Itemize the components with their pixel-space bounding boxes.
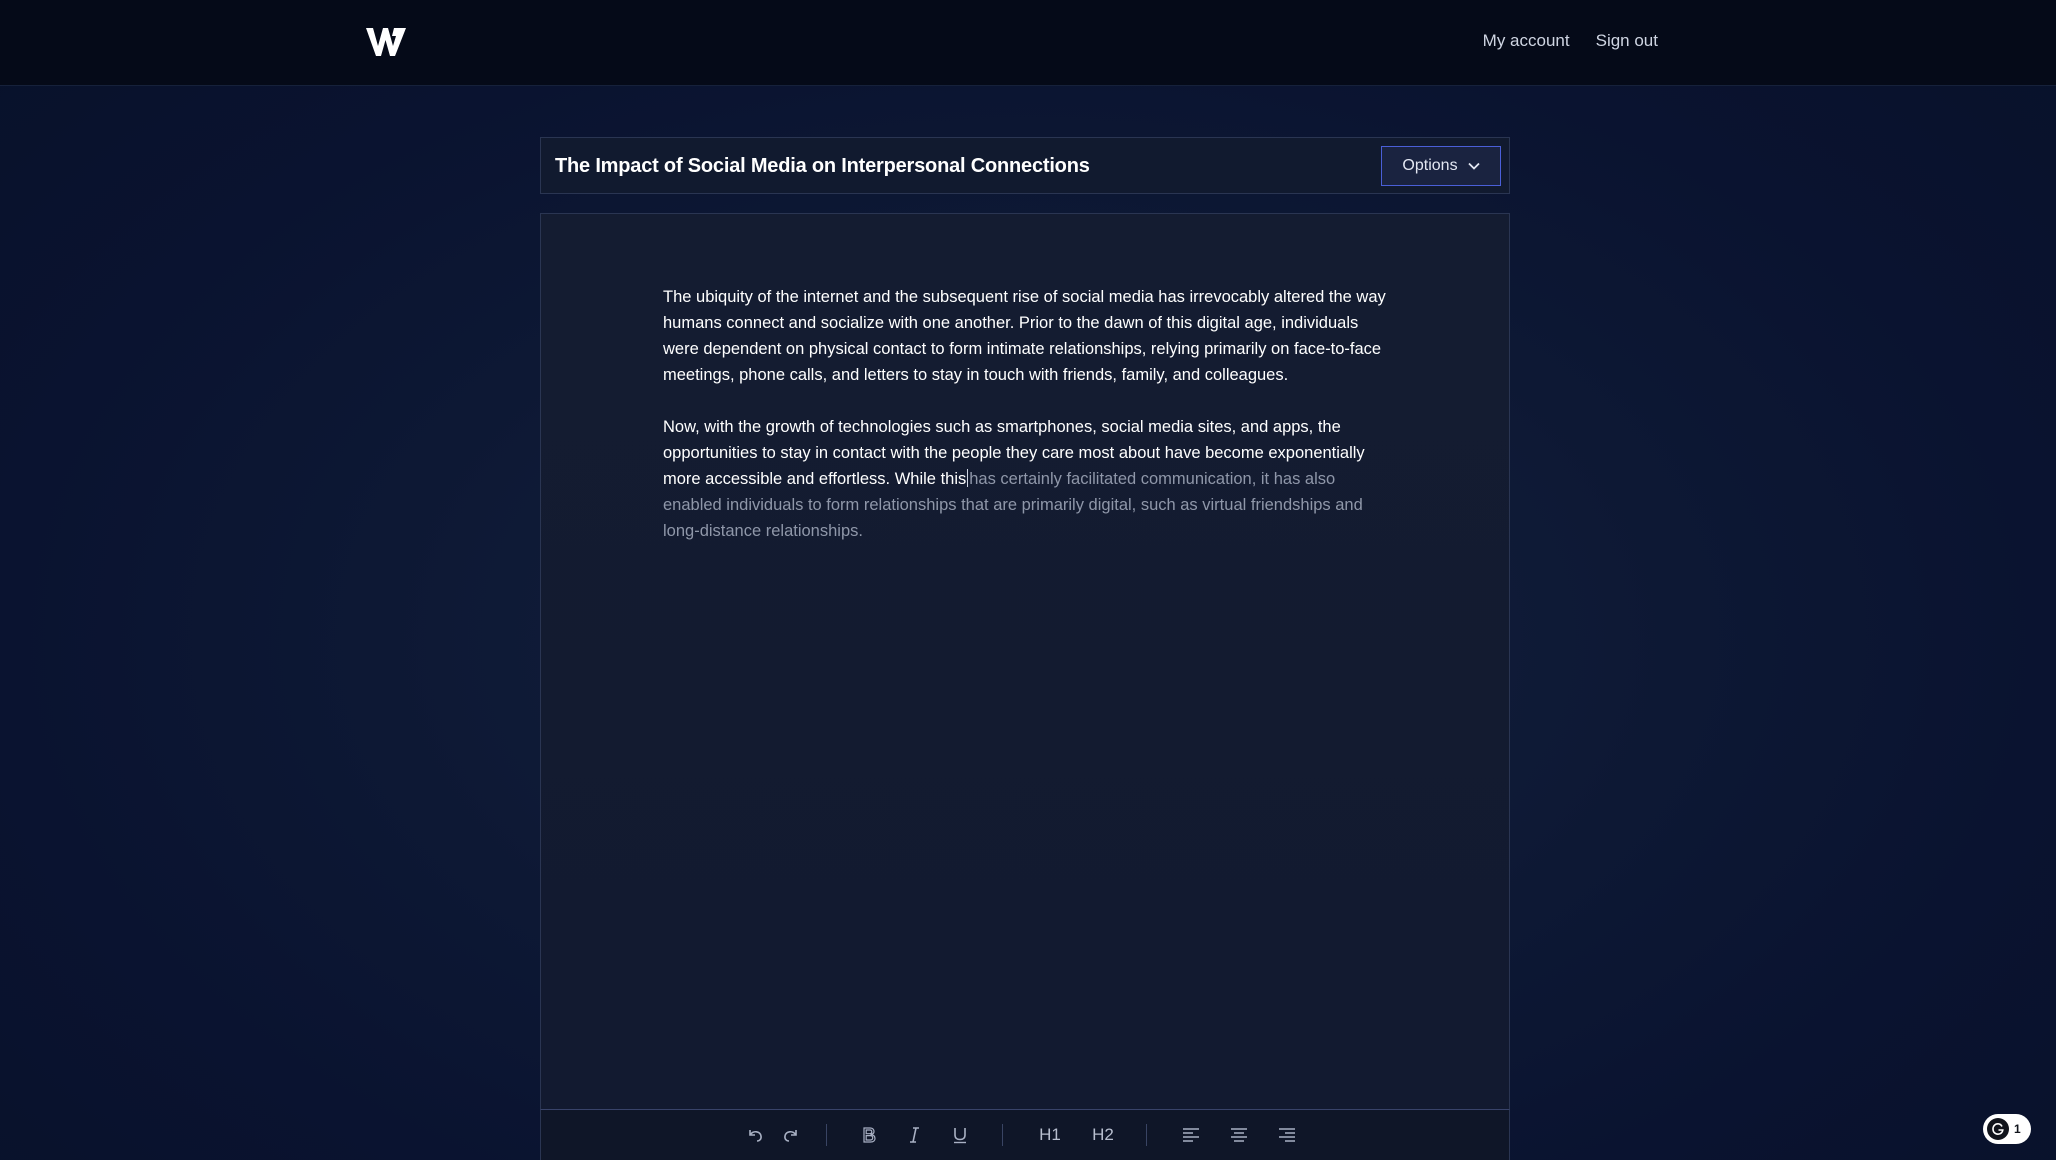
toolbar-divider (1146, 1124, 1147, 1146)
options-button[interactable]: Options (1381, 146, 1501, 186)
underline-icon[interactable] (946, 1121, 974, 1149)
align-center-icon[interactable] (1225, 1121, 1253, 1149)
header-nav: My account Sign out (1483, 31, 1658, 51)
undo-icon[interactable] (741, 1121, 769, 1149)
editor-panel[interactable]: The ubiquity of the internet and the sub… (540, 213, 1510, 1109)
align-right-icon[interactable] (1273, 1121, 1301, 1149)
toolbar-divider (1002, 1124, 1003, 1146)
heading-2-button[interactable]: H2 (1086, 1121, 1120, 1149)
options-label: Options (1402, 157, 1458, 174)
grammar-assistant-badge[interactable]: 1 (1983, 1114, 2031, 1144)
bold-icon[interactable] (855, 1121, 883, 1149)
paragraph-2[interactable]: Now, with the growth of technologies suc… (663, 414, 1393, 544)
toolbar-divider (826, 1124, 827, 1146)
paragraph-text: The ubiquity of the internet and the sub… (663, 288, 1386, 384)
my-account-link[interactable]: My account (1483, 31, 1570, 51)
document-title-bar: The Impact of Social Media on Interperso… (540, 137, 1510, 194)
italic-icon[interactable] (901, 1121, 929, 1149)
suggestion-count: 1 (2014, 1122, 2021, 1136)
w-logo-icon[interactable] (366, 26, 408, 58)
redo-icon[interactable] (777, 1121, 805, 1149)
top-nav-bar: My account Sign out (0, 0, 2056, 86)
formatting-toolbar: H1 H2 (540, 1109, 1510, 1160)
document-title[interactable]: The Impact of Social Media on Interperso… (555, 155, 1090, 178)
editor-content[interactable]: The ubiquity of the internet and the sub… (663, 284, 1393, 570)
heading-1-button[interactable]: H1 (1033, 1121, 1067, 1149)
sign-out-link[interactable]: Sign out (1596, 31, 1658, 51)
chevron-down-icon (1467, 162, 1480, 170)
align-left-icon[interactable] (1177, 1121, 1205, 1149)
grammar-assistant-icon (1987, 1118, 2009, 1140)
paragraph-1[interactable]: The ubiquity of the internet and the sub… (663, 284, 1393, 388)
